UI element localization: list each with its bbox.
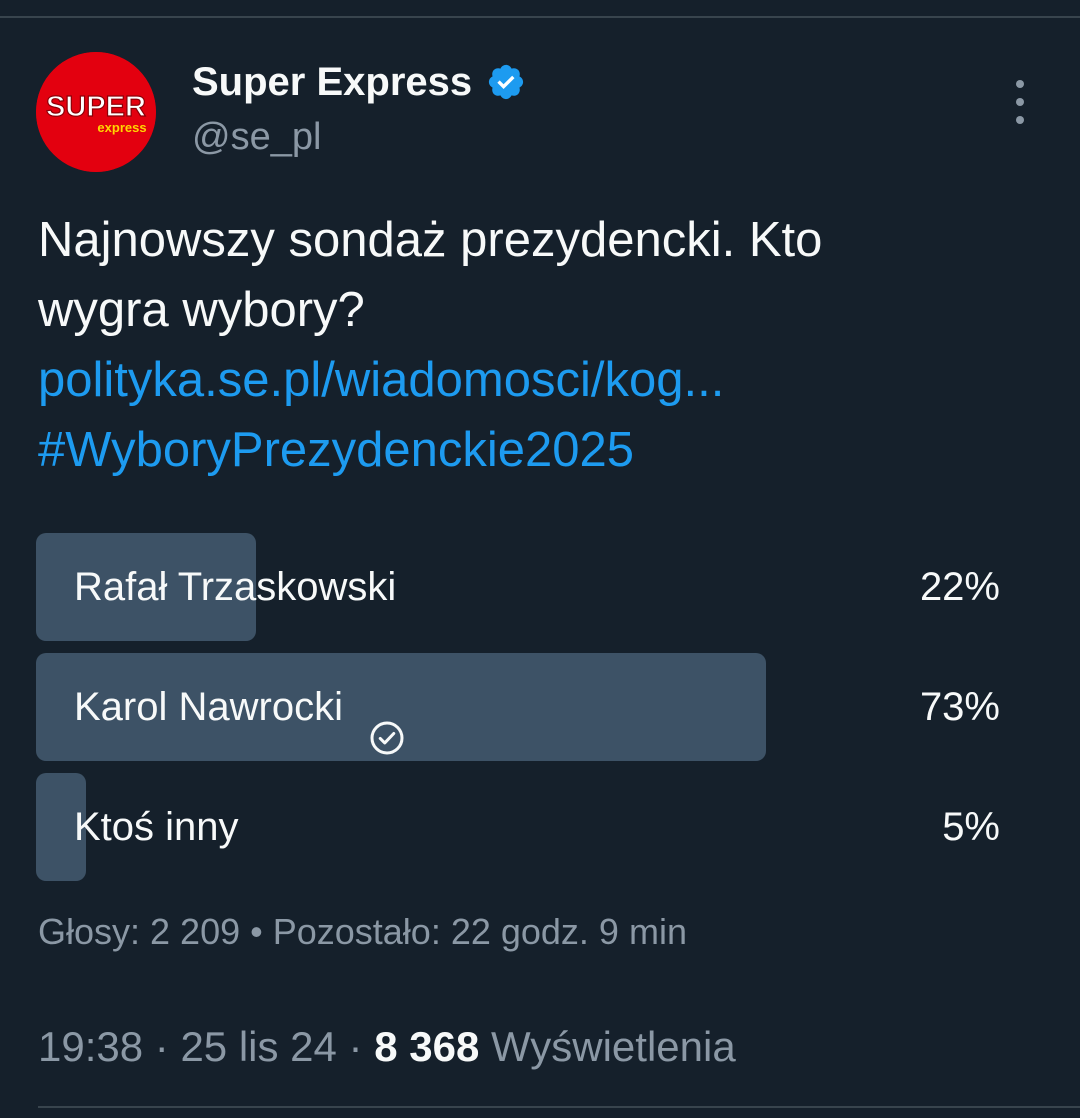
- poll-option-label: Karol Nawrocki: [74, 653, 405, 761]
- tweet-timestamp[interactable]: 19:38 · 25 lis 24 · 8 368 Wyświetlenia: [38, 1020, 736, 1074]
- poll-option-label: Rafał Trzaskowski: [74, 533, 396, 641]
- views-count: 8 368: [374, 1023, 480, 1070]
- poll-option-percent: 5%: [942, 805, 1000, 849]
- poll-option-text: Karol Nawrocki: [74, 685, 343, 729]
- more-dot: [1016, 116, 1024, 124]
- poll-option-text: Ktoś inny: [74, 805, 239, 849]
- top-divider: [0, 16, 1080, 18]
- bottom-divider: [38, 1106, 1080, 1108]
- views-label: Wyświetlenia: [490, 1023, 736, 1070]
- poll-option-label: Ktoś inny: [74, 773, 239, 881]
- tweet-time: 19:38: [38, 1023, 144, 1070]
- tweet-date: 25 lis 24: [180, 1023, 337, 1070]
- logo-main-text: SUPER: [46, 91, 146, 123]
- more-vertical-icon[interactable]: [1004, 80, 1036, 124]
- tweet-link[interactable]: polityka.se.pl/wiadomosci/kog...: [38, 345, 1038, 415]
- poll-option-percent: 22%: [919, 565, 1000, 609]
- author-handle[interactable]: @se_pl: [192, 113, 321, 161]
- verified-badge-icon[interactable]: [486, 62, 526, 102]
- poll-option: Rafał Trzaskowski 22%: [36, 533, 1036, 641]
- poll-option-text: Rafał Trzaskowski: [74, 565, 397, 609]
- separator: ·: [336, 1023, 375, 1070]
- author-name[interactable]: Super Express: [192, 57, 526, 107]
- logo-sub-text: express: [97, 120, 146, 135]
- tweet-text: Najnowszy sondaż prezydencki. Kto wygra …: [38, 205, 1038, 485]
- super-express-logo: SUPER express: [36, 52, 156, 172]
- avatar[interactable]: SUPER express: [36, 52, 156, 172]
- more-dot: [1016, 98, 1024, 106]
- poll-meta: Głosy: 2 209 • Pozostało: 22 godz. 9 min: [38, 911, 687, 952]
- more-dot: [1016, 80, 1024, 88]
- author-name-text: Super Express: [192, 60, 473, 104]
- tweet-text-line: Najnowszy sondaż prezydencki. Kto: [38, 213, 823, 267]
- separator: ·: [143, 1023, 181, 1070]
- check-circle-icon: [369, 689, 405, 755]
- poll-option: Karol Nawrocki 73%: [36, 653, 1036, 761]
- poll-option: Ktoś inny 5%: [36, 773, 1036, 881]
- tweet-text-line: wygra wybory?: [38, 283, 365, 337]
- tweet-hashtag[interactable]: #WyboryPrezydenckie2025: [38, 415, 1038, 485]
- poll-option-percent: 73%: [919, 685, 1000, 729]
